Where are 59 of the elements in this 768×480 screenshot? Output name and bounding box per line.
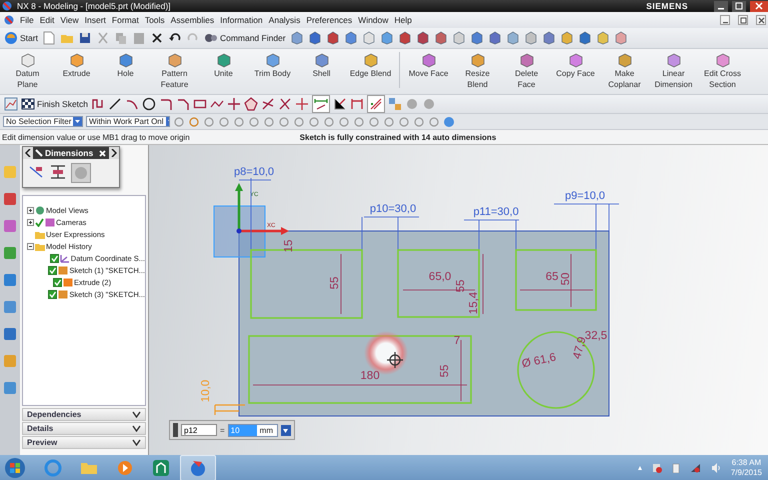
- menu-item[interactable]: Preferences: [306, 15, 352, 25]
- ribbon-button[interactable]: Resize Blend: [453, 52, 502, 89]
- ribbon-button[interactable]: Pattern Feature: [150, 52, 199, 89]
- dimension-label[interactable]: 55: [455, 280, 467, 292]
- ribbon-button[interactable]: Edge Blend: [346, 52, 395, 78]
- dimension-label[interactable]: Ø 61,6: [520, 352, 558, 370]
- ribbon-button[interactable]: Shell: [297, 52, 346, 78]
- ribbon-button[interactable]: Unite: [199, 52, 248, 78]
- equals-sign: =: [220, 426, 225, 434]
- finish-sketch-button[interactable]: Finish Sketch: [21, 96, 88, 112]
- dimension-label[interactable]: 7: [454, 335, 460, 347]
- dimension-label[interactable]: 65,0: [428, 271, 452, 283]
- ribbon-button[interactable]: Delete Face: [502, 52, 551, 89]
- ribbon-button[interactable]: Make Coplanar: [600, 52, 649, 89]
- menu-item[interactable]: Insert: [84, 15, 106, 25]
- status-message: Sketch is fully constrained with 14 auto dimensions: [300, 132, 496, 142]
- dimension-label[interactable]: 180: [360, 370, 380, 382]
- dimension-label[interactable]: 55: [329, 276, 341, 290]
- ribbon-button[interactable]: Edit Cross Section: [698, 52, 747, 89]
- value-field[interactable]: 10 mm: [228, 424, 278, 436]
- selection-scope-dropdown[interactable]: Within Work Part Onl: [86, 116, 170, 127]
- popup-title: Dimensions: [45, 148, 94, 158]
- command-finder-button[interactable]: Command Finder: [204, 30, 286, 46]
- brand-logo: SIEMENS: [646, 1, 688, 11]
- menu-item[interactable]: View: [60, 15, 79, 25]
- dimension-label[interactable]: 50: [560, 272, 572, 286]
- dimension-label[interactable]: 15: [283, 240, 295, 252]
- menu-item[interactable]: Analysis: [268, 15, 300, 25]
- menu-item[interactable]: Assemblies: [170, 15, 214, 25]
- menu-item[interactable]: Window: [358, 15, 388, 25]
- selection-filter-dropdown[interactable]: No Selection Filter: [3, 116, 83, 127]
- expression-name-field[interactable]: p12: [181, 424, 217, 436]
- menu-item[interactable]: File: [20, 15, 34, 25]
- window-title: NX 8 - Modeling - [model5.prt (Modified)]: [17, 1, 171, 11]
- dimension-label[interactable]: 55: [439, 364, 451, 378]
- menu-item[interactable]: Edit: [40, 15, 54, 25]
- ribbon-button[interactable]: Trim Body: [248, 52, 297, 78]
- ribbon-button[interactable]: Hole: [101, 52, 150, 78]
- dimension-label[interactable]: p10=30,0: [370, 203, 416, 215]
- ribbon-button[interactable]: Extrude: [52, 52, 101, 78]
- section-header[interactable]: Details: [22, 422, 146, 435]
- section-header[interactable]: Preview: [22, 436, 146, 449]
- ribbon-button[interactable]: Copy Face: [551, 52, 600, 78]
- dimension-label[interactable]: p11=30,0: [473, 206, 519, 218]
- menu-item[interactable]: Tools: [144, 15, 165, 25]
- menu-item[interactable]: Help: [394, 15, 412, 25]
- section-header[interactable]: Dependencies: [22, 408, 146, 421]
- prompt-text: Edit dimension value or use MB1 drag to move origin: [2, 132, 190, 142]
- dimension-label[interactable]: 65: [546, 271, 558, 283]
- menu-item[interactable]: Format: [112, 15, 139, 25]
- ribbon-button[interactable]: Datum Plane: [3, 52, 52, 89]
- dimension-label[interactable]: 15,4: [468, 292, 480, 314]
- ribbon-button[interactable]: Move Face: [404, 52, 453, 78]
- dimension-label[interactable]: p9=10,0: [564, 190, 606, 202]
- start-button[interactable]: Start: [4, 30, 38, 46]
- menu-item[interactable]: Information: [220, 15, 263, 25]
- dimension-label[interactable]: 32,5: [584, 330, 608, 342]
- ribbon-button[interactable]: Linear Dimension: [649, 52, 698, 89]
- dimension-label[interactable]: p8=10,0: [234, 166, 274, 178]
